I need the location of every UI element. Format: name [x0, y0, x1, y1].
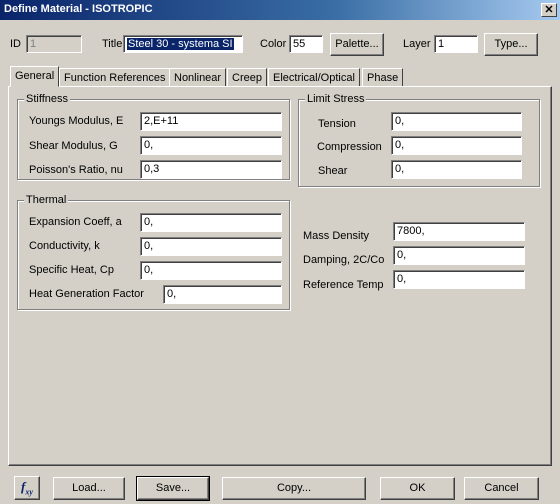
function-fxy-button[interactable]: fxy: [14, 476, 40, 500]
copy-button[interactable]: Copy...: [222, 477, 366, 500]
mass-density-input[interactable]: 7800,: [393, 222, 525, 241]
fxy-icon: fxy: [21, 479, 33, 497]
tab-general[interactable]: General: [10, 66, 60, 87]
mass-density-label: Mass Density: [303, 230, 370, 242]
title-label: Title: [102, 38, 123, 50]
compression-input[interactable]: 0,: [391, 136, 522, 155]
conductivity-label: Conductivity, k: [29, 240, 100, 252]
type-button[interactable]: Type...: [484, 33, 538, 56]
expansion-coeff-label: Expansion Coeff, a: [29, 216, 122, 228]
title-value: Steel 30 - systema SI: [127, 38, 234, 50]
limit-shear-input[interactable]: 0,: [391, 160, 522, 179]
color-input[interactable]: 55: [289, 35, 323, 53]
specific-heat-input[interactable]: 0,: [140, 261, 282, 280]
tab-creep[interactable]: Creep: [227, 68, 267, 87]
window-title: Define Material - ISOTROPIC: [4, 3, 153, 15]
damping-input[interactable]: 0,: [393, 246, 525, 265]
shear-modulus-label: Shear Modulus, G: [29, 140, 118, 152]
palette-button[interactable]: Palette...: [330, 33, 384, 56]
heat-generation-input[interactable]: 0,: [163, 285, 282, 304]
specific-heat-label: Specific Heat, Cp: [29, 264, 114, 276]
save-button[interactable]: Save...: [136, 476, 210, 501]
load-button[interactable]: Load...: [53, 477, 125, 500]
id-field: 1: [26, 35, 82, 53]
reference-temp-input[interactable]: 0,: [393, 270, 525, 289]
fxy-icon-sub: xy: [25, 487, 33, 497]
damping-label: Damping, 2C/Co: [303, 254, 385, 266]
conductivity-input[interactable]: 0,: [140, 237, 282, 256]
shear-modulus-input[interactable]: 0,: [140, 136, 282, 155]
color-label: Color: [260, 38, 287, 50]
thermal-group-label: Thermal: [24, 194, 69, 206]
cancel-button[interactable]: Cancel: [464, 477, 539, 500]
reference-temp-label: Reference Temp: [303, 279, 384, 291]
ok-button[interactable]: OK: [380, 477, 455, 500]
close-button[interactable]: ✕: [541, 3, 557, 17]
tab-nonlinear[interactable]: Nonlinear: [169, 68, 227, 87]
layer-label: Layer: [403, 38, 431, 50]
heat-generation-label: Heat Generation Factor: [29, 288, 144, 300]
tab-phase[interactable]: Phase: [362, 68, 404, 87]
tension-input[interactable]: 0,: [391, 112, 522, 131]
limit-shear-label: Shear: [318, 165, 348, 177]
tab-electrical-optical[interactable]: Electrical/Optical: [268, 68, 360, 87]
tab-function-references[interactable]: Function References: [59, 68, 171, 87]
poissons-ratio-input[interactable]: 0,3: [140, 160, 282, 179]
layer-input[interactable]: 1: [434, 35, 478, 53]
tension-label: Tension: [318, 118, 356, 130]
youngs-modulus-label: Youngs Modulus, E: [29, 115, 124, 127]
id-label: ID: [10, 38, 21, 50]
limit-stress-group-label: Limit Stress: [305, 93, 367, 105]
compression-label: Compression: [317, 141, 382, 153]
expansion-coeff-input[interactable]: 0,: [140, 213, 282, 232]
youngs-modulus-input[interactable]: 2,E+11: [140, 112, 282, 131]
title-input[interactable]: Steel 30 - systema SI: [123, 35, 243, 53]
poissons-ratio-label: Poisson's Ratio, nu: [29, 164, 123, 176]
stiffness-group-label: Stiffness: [24, 93, 70, 105]
